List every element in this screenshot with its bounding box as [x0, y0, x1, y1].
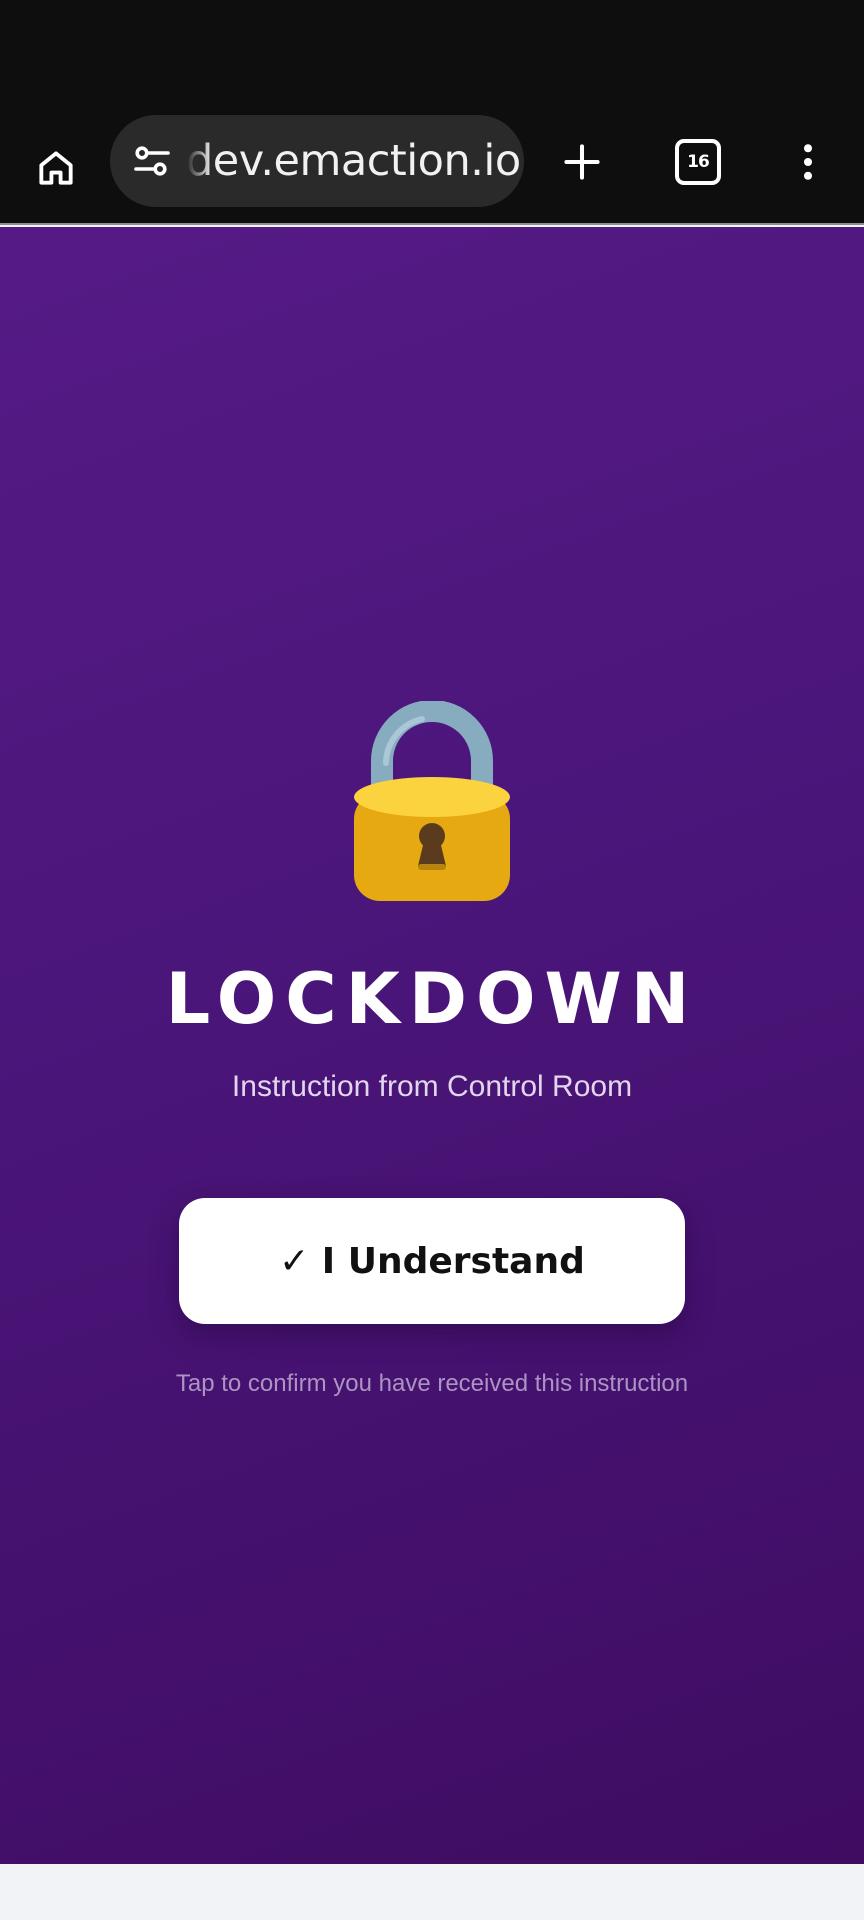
tab-count: 16 — [687, 152, 710, 172]
more-vert-icon — [803, 144, 813, 180]
tune-icon[interactable] — [128, 137, 176, 185]
tab-switcher-button[interactable]: 16 — [664, 128, 732, 196]
tab-switcher-icon: 16 — [675, 139, 721, 185]
url-text[interactable]: dev.emaction.io — [186, 115, 521, 207]
confirm-hint: Tap to confirm you have received this in… — [175, 1370, 689, 1397]
bottom-nav-bar — [0, 1864, 864, 1920]
browser-toolbar: dev.emaction.io 16 — [0, 112, 864, 225]
address-bar[interactable]: dev.emaction.io — [110, 115, 524, 207]
status-bar — [0, 0, 864, 112]
home-icon — [39, 151, 73, 185]
page-title: LOCKDOWN — [165, 958, 699, 1040]
home-button[interactable] — [22, 134, 90, 202]
plus-icon — [564, 144, 600, 180]
more-menu-button[interactable] — [774, 128, 842, 196]
page-subtitle: Instruction from Control Room — [231, 1070, 633, 1103]
new-tab-button[interactable] — [548, 128, 616, 196]
lock-icon — [354, 701, 510, 901]
url-fade — [176, 115, 212, 207]
lockdown-screen: LOCKDOWN Instruction from Control Room ✓… — [0, 227, 864, 1864]
i-understand-button[interactable]: ✓ I Understand — [179, 1198, 685, 1324]
